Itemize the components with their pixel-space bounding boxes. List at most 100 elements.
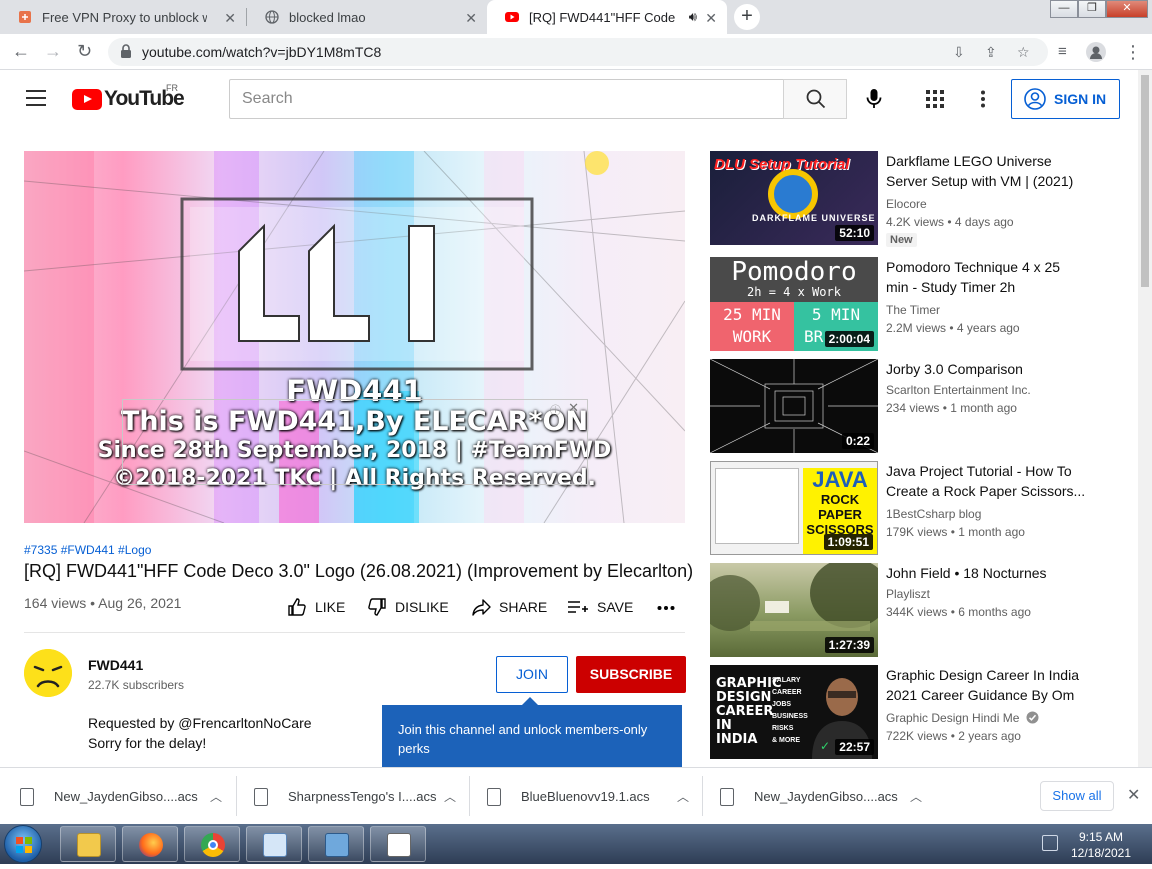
video-thumbnail[interactable]: Pomodoro 2h = 4 x Work 25 MIN WORK 5 MIN… [710, 257, 878, 351]
ad-overlay-box[interactable]: ⓘ ✕ [122, 399, 588, 485]
close-tab-icon[interactable]: ✕ [705, 10, 717, 27]
sign-in-button[interactable]: SIGN IN [1011, 79, 1120, 119]
back-arrow-icon[interactable]: ← [12, 41, 30, 62]
close-tab-icon[interactable]: ✕ [224, 10, 236, 27]
taskbar-chrome[interactable] [184, 826, 240, 862]
like-button[interactable]: LIKE [287, 597, 345, 617]
thumbs-down-icon [368, 598, 386, 616]
speaker-icon[interactable]: 🔊︎ [689, 9, 697, 25]
minimize-button[interactable]: — [1050, 0, 1078, 18]
show-all-downloads-button[interactable]: Show all [1040, 781, 1114, 811]
notepad-icon [387, 833, 411, 857]
tab-title: [RQ] FWD441"HFF Code Dec [529, 9, 679, 25]
checkmark-icon: ✓ [820, 739, 831, 753]
lock-icon[interactable] [120, 44, 132, 58]
more-horiz-icon[interactable] [657, 605, 675, 611]
url-text[interactable]: youtube.com/watch?v=jbDY1M8mTC8 [142, 44, 381, 60]
recommendation-item[interactable]: GRAPHIC DESIGN CAREER IN INDIA SALARY CA… [710, 665, 1130, 761]
recommendation-title[interactable]: Darkflame LEGO Universe Server Setup wit… [886, 151, 1086, 191]
download-item[interactable]: New_JaydenGibso....acs ︿ [20, 768, 230, 825]
new-badge: New [886, 233, 917, 247]
media-queue-icon[interactable]: ≡ [1058, 43, 1067, 60]
close-tab-icon[interactable]: ✕ [465, 10, 477, 27]
network-tray-icon[interactable] [1042, 835, 1058, 851]
close-window-button[interactable]: ✕ [1106, 0, 1148, 18]
browser-tab-youtube[interactable]: [RQ] FWD441"HFF Code Dec 🔊︎ ✕ [487, 0, 727, 34]
description-line: Requested by @FrencarltonNoCare [88, 715, 312, 731]
start-button[interactable] [4, 825, 42, 863]
download-item[interactable]: SharpnessTengo's I....acs ︿ [254, 768, 464, 825]
youtube-favicon-icon [505, 12, 519, 22]
recommendation-item[interactable]: Pomodoro 2h = 4 x Work 25 MIN WORK 5 MIN… [710, 257, 1130, 353]
subscribe-button[interactable]: SUBSCRIBE [576, 656, 686, 693]
video-thumbnail[interactable]: DLU Setup Tutorial DARKFLAME UNIVERSE 52… [710, 151, 878, 245]
thumbnail-subtitle: ROCK PAPER SCISSORS [806, 492, 874, 537]
channel-name[interactable]: FWD441 [88, 657, 143, 673]
recommendation-channel[interactable]: Playliszt [886, 587, 930, 601]
taskbar-firefox[interactable] [122, 826, 178, 862]
recommendation-item[interactable]: 0:22 Jorby 3.0 Comparison Scarlton Enter… [710, 359, 1130, 455]
browser-menu-icon[interactable]: ⋮ [1124, 42, 1142, 63]
recommendation-title[interactable]: Pomodoro Technique 4 x 25 min - Study Ti… [886, 257, 1086, 297]
download-item[interactable]: New_JaydenGibso....acs ︿ [720, 768, 930, 825]
video-thumbnail[interactable]: 0:22 [710, 359, 878, 453]
taskbar-notepad[interactable] [370, 826, 426, 862]
close-downloads-icon[interactable]: ✕ [1127, 785, 1140, 805]
recommendation-title[interactable]: Graphic Design Career In India 2021 Care… [886, 665, 1086, 705]
guide-menu-icon[interactable] [26, 90, 46, 111]
apps-grid-icon[interactable] [926, 90, 944, 108]
video-thumbnail[interactable]: GRAPHIC DESIGN CAREER IN INDIA SALARY CA… [710, 665, 878, 759]
taskbar-explorer[interactable] [60, 826, 116, 862]
more-vert-icon[interactable] [980, 90, 986, 108]
browser-tab-vpn[interactable]: Free VPN Proxy to unblock webs ✕ [0, 0, 246, 34]
chevron-up-icon[interactable]: ︿ [677, 788, 689, 805]
share-page-icon[interactable]: ⇪ [985, 44, 997, 61]
microphone-icon[interactable] [864, 88, 884, 110]
dislike-button[interactable]: DISLIKE [367, 597, 449, 617]
system-clock[interactable]: 9:15 AM 12/18/2021 [1068, 829, 1134, 861]
join-button[interactable]: JOIN [496, 656, 568, 693]
maximize-button[interactable]: ❐ [1078, 0, 1106, 18]
video-thumbnail[interactable]: JAVA ROCK PAPER SCISSORS 1:09:51 [710, 461, 878, 555]
install-app-icon[interactable]: ⇩ [953, 44, 965, 61]
chevron-up-icon[interactable]: ︿ [910, 788, 922, 805]
recommendation-item[interactable]: DLU Setup Tutorial DARKFLAME UNIVERSE 52… [710, 151, 1130, 247]
recommendation-channel[interactable]: Graphic Design Hindi Me [886, 711, 1039, 725]
browser-tab-blocked[interactable]: blocked lmao ✕ [247, 0, 487, 34]
chevron-up-icon[interactable]: ︿ [444, 788, 456, 805]
search-button[interactable] [783, 79, 847, 119]
recommendation-title[interactable]: Java Project Tutorial - How To Create a … [886, 461, 1086, 501]
recommendation-item[interactable]: 1:27:39 John Field • 18 Nocturnes Playli… [710, 563, 1130, 659]
share-button[interactable]: SHARE [471, 597, 547, 617]
taskbar-remote-desktop[interactable] [308, 826, 364, 862]
address-bar[interactable]: youtube.com/watch?v=jbDY1M8mTC8 ⇩ ⇪ ☆ [108, 38, 1048, 66]
recommendation-channel[interactable]: 1BestCsharp blog [886, 507, 981, 521]
video-thumbnail[interactable]: 1:27:39 [710, 563, 878, 657]
channel-avatar[interactable] [24, 649, 72, 697]
search-input[interactable] [230, 80, 783, 118]
recommendation-title[interactable]: Jorby 3.0 Comparison [886, 359, 1086, 379]
bookmark-star-icon[interactable]: ☆ [1017, 44, 1030, 61]
firefox-icon [139, 833, 163, 857]
save-button[interactable]: SAVE [567, 597, 633, 617]
reload-icon[interactable]: ↻ [77, 41, 92, 62]
recommendation-item[interactable]: JAVA ROCK PAPER SCISSORS 1:09:51 Java Pr… [710, 461, 1130, 557]
download-item[interactable]: BlueBluenovv19.1.acs ︿ [487, 768, 697, 825]
clock-date: 12/18/2021 [1070, 846, 1132, 860]
chevron-up-icon[interactable]: ︿ [210, 788, 222, 805]
recommendation-title[interactable]: John Field • 18 Nocturnes [886, 563, 1086, 583]
ad-info-icon[interactable]: ⓘ [550, 402, 561, 418]
search-box[interactable] [229, 79, 784, 119]
scrollbar-thumb[interactable] [1141, 75, 1149, 287]
forward-arrow-icon[interactable]: → [44, 41, 62, 62]
verified-check-icon [1026, 711, 1039, 724]
recommendation-channel[interactable]: Elocore [886, 197, 927, 211]
hashtags[interactable]: #7335 #FWD441 #Logo [24, 543, 151, 557]
youtube-logo[interactable]: YouTube FR [72, 83, 185, 111]
ad-close-icon[interactable]: ✕ [568, 400, 579, 416]
new-tab-button[interactable]: + [734, 4, 760, 30]
recommendation-channel[interactable]: Scarlton Entertainment Inc. [886, 383, 1031, 397]
recommendation-channel[interactable]: The Timer [886, 303, 940, 317]
profile-avatar-icon[interactable] [1086, 42, 1106, 62]
taskbar-control-panel[interactable] [246, 826, 302, 862]
